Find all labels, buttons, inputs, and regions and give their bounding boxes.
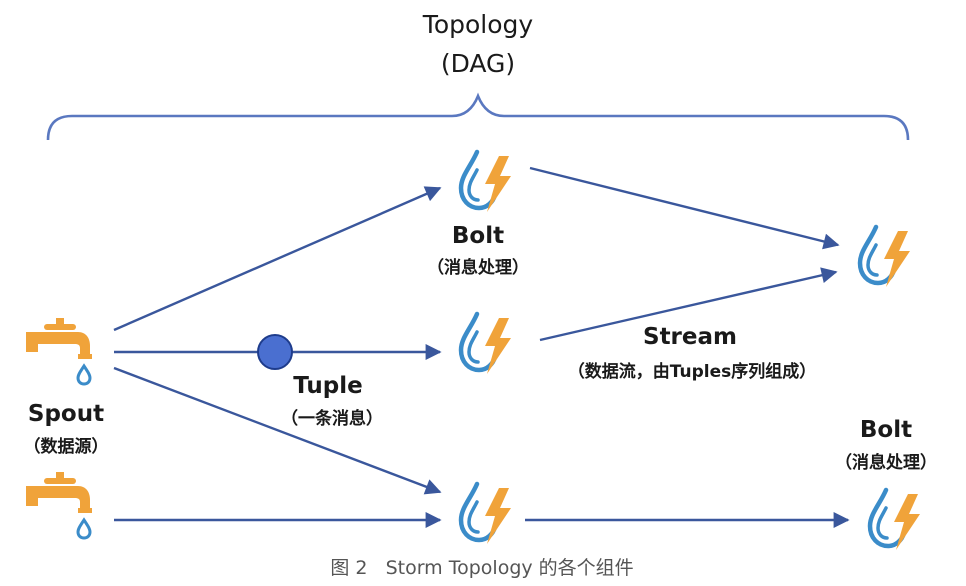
edge-spout1-bolt-top	[113, 186, 442, 332]
tuple-circle-icon	[257, 334, 293, 370]
tuple-label: Tuple	[293, 373, 362, 399]
topology-subtitle: (DAG)	[441, 49, 515, 78]
spout-faucet-icon-2	[24, 470, 94, 540]
edge-bolt-top-bolt-right	[529, 166, 840, 250]
stream-label: Stream	[643, 324, 737, 350]
spout-faucet-icon-1	[24, 316, 94, 386]
topology-brace	[46, 92, 910, 141]
bolt-bottom-icon	[461, 484, 511, 544]
stream-sublabel: （数据流，由Tuples序列组成）	[568, 361, 816, 382]
bolt-top-icon	[461, 152, 511, 212]
bolt-right-label: Bolt	[860, 417, 912, 443]
edge-spout1-bolt-bottom	[113, 366, 442, 495]
topology-title: Topology	[422, 10, 534, 39]
bolt-right-sublabel: （消息处理）	[835, 452, 937, 473]
storm-topology-diagram: Topology (DAG) Bolt （消息处理） Stream （数据流，由…	[24, 10, 938, 579]
tuple-sublabel: （一条消息）	[281, 408, 383, 429]
bolt-mid-icon	[461, 314, 511, 374]
figure-caption: 图 2 Storm Topology 的各个组件	[330, 557, 633, 579]
spout-sublabel: （数据源）	[24, 436, 109, 457]
bolt-right-top-icon	[860, 227, 910, 287]
bolt-top-sublabel: （消息处理）	[427, 257, 529, 278]
bolt-top-label: Bolt	[452, 223, 504, 249]
spout-label: Spout	[28, 401, 104, 427]
bolt-right-bottom-icon	[870, 490, 920, 550]
